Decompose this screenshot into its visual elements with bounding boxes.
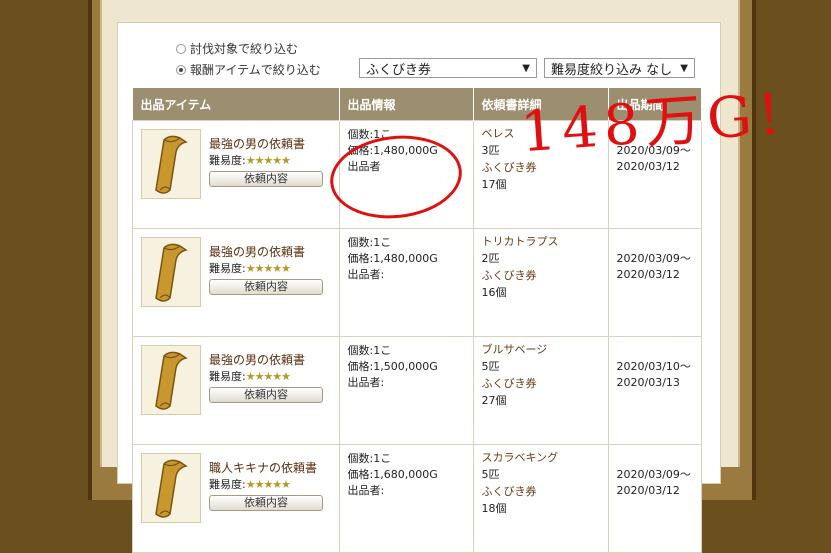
item-name[interactable]: 最強の男の依頼書: [209, 135, 305, 152]
quantity-text: 個数:1こ: [347, 236, 392, 249]
price-text: 価格:1,680,000G: [347, 468, 438, 481]
period-end: 2020/03/12: [616, 484, 680, 497]
item-name[interactable]: 職人キキナの依頼書: [209, 459, 317, 476]
item-difficulty: 難易度:★★★★★: [209, 152, 291, 168]
request-detail-cell: トリカトラプス 2匹 ふくびき券 16個: [472, 228, 609, 337]
seller-text: 出品者:: [347, 376, 385, 389]
monster-count: 5匹: [481, 360, 500, 373]
period-start: 2020/03/09～: [616, 252, 691, 265]
table-row: 最強の男の依頼書 難易度:★★★★★ 依頼内容 個数:1こ 価格:1,500,0…: [132, 336, 702, 445]
quantity-text: 個数:1こ: [347, 344, 392, 357]
difficulty-select[interactable]: 難易度絞り込み なし ▼: [544, 58, 695, 78]
radio-button[interactable]: [176, 64, 186, 75]
filter-radio-monster[interactable]: 討伐対象で絞り込む: [176, 40, 298, 57]
period-cell: 2020/03/10～ 2020/03/13: [607, 336, 702, 445]
scroll-item-icon: [141, 237, 201, 307]
period-cell: 2020/03/09～ 2020/03/12: [607, 444, 702, 553]
scroll-item-icon: [141, 129, 201, 199]
monster-name: スカラベキング: [481, 451, 559, 464]
radio-label: 討伐対象で絞り込む: [190, 42, 299, 56]
item-select[interactable]: ふくびき券 ▼: [359, 58, 537, 78]
scroll-item-icon: [141, 453, 201, 523]
reward-name: ふくびき券: [481, 269, 537, 282]
item-cell: 最強の男の依頼書 難易度:★★★★★ 依頼内容: [132, 336, 340, 445]
difficulty-stars: ★★★★★: [245, 370, 291, 383]
detail-button[interactable]: 依頼内容: [209, 171, 323, 187]
item-cell: 最強の男の依頼書 難易度:★★★★★ 依頼内容: [132, 228, 340, 337]
dropdown-arrow-icon: ▼: [680, 62, 688, 74]
listing-info-cell: 個数:1こ 価格:1,480,000G 出品者:: [338, 228, 474, 337]
item-cell: 職人キキナの依頼書 難易度:★★★★★ 依頼内容: [132, 444, 340, 553]
monster-count: 5匹: [481, 468, 500, 481]
period-start: 2020/03/10～: [616, 360, 691, 373]
reward-count: 18個: [481, 502, 507, 515]
monster-count: 2匹: [481, 252, 500, 265]
radio-label: 報酬アイテムで絞り込む: [190, 63, 321, 77]
header-item: 出品アイテム: [132, 88, 340, 121]
item-difficulty: 難易度:★★★★★: [209, 368, 291, 384]
request-detail-cell: スカラベキング 5匹 ふくびき券 18個: [472, 444, 609, 553]
period-end: 2020/03/12: [616, 160, 680, 173]
item-cell: 最強の男の依頼書 難易度:★★★★★ 依頼内容: [132, 120, 340, 229]
reward-name: ふくびき券: [481, 377, 537, 390]
seller-text: 出品者:: [347, 484, 385, 497]
detail-button[interactable]: 依頼内容: [209, 279, 323, 295]
item-select-value: ふくびき券: [366, 62, 432, 78]
item-name[interactable]: 最強の男の依頼書: [209, 351, 305, 368]
price-text: 価格:1,500,000G: [347, 360, 438, 373]
reward-count: 27個: [481, 394, 507, 407]
price-text: 価格:1,480,000G: [347, 252, 438, 265]
listing-info-cell: 個数:1こ 価格:1,500,000G 出品者:: [338, 336, 474, 445]
reward-count: 16個: [481, 286, 507, 299]
item-difficulty: 難易度:★★★★★: [209, 260, 291, 276]
monster-name: トリカトラプス: [481, 235, 559, 248]
period-cell: 2020/03/09～ 2020/03/12: [607, 228, 702, 337]
dropdown-arrow-icon: ▼: [522, 62, 530, 74]
reward-name: ふくびき券: [481, 485, 537, 498]
difficulty-select-value: 難易度絞り込み なし: [551, 62, 673, 78]
request-detail-cell: ブルサベージ 5匹 ふくびき券 27個: [472, 336, 609, 445]
quantity-text: 個数:1こ: [347, 452, 392, 465]
radio-button[interactable]: [176, 43, 186, 54]
item-name[interactable]: 最強の男の依頼書: [209, 243, 305, 260]
scroll-item-icon: [141, 345, 201, 415]
period-end: 2020/03/12: [616, 268, 680, 281]
monster-name: ブルサベージ: [481, 343, 548, 356]
table-row: 最強の男の依頼書 難易度:★★★★★ 依頼内容 個数:1こ 価格:1,480,0…: [132, 228, 702, 337]
period-start: 2020/03/09～: [616, 468, 691, 481]
difficulty-stars: ★★★★★: [245, 478, 291, 491]
filter-radio-reward[interactable]: 報酬アイテムで絞り込む: [176, 61, 321, 78]
difficulty-label: 難易度:: [209, 154, 246, 167]
header-info: 出品情報: [339, 88, 474, 121]
seller-text: 出品者:: [347, 268, 385, 281]
difficulty-label: 難易度:: [209, 262, 246, 275]
detail-button[interactable]: 依頼内容: [209, 387, 323, 403]
difficulty-stars: ★★★★★: [245, 154, 291, 167]
detail-button[interactable]: 依頼内容: [209, 495, 323, 511]
period-end: 2020/03/13: [616, 376, 680, 389]
item-difficulty: 難易度:★★★★★: [209, 476, 291, 492]
reward-count: 17個: [481, 178, 507, 191]
listing-info-cell: 個数:1こ 価格:1,680,000G 出品者:: [338, 444, 474, 553]
table-row: 職人キキナの依頼書 難易度:★★★★★ 依頼内容 個数:1こ 価格:1,680,…: [132, 444, 702, 553]
difficulty-label: 難易度:: [209, 370, 246, 383]
difficulty-label: 難易度:: [209, 478, 246, 491]
difficulty-stars: ★★★★★: [245, 262, 291, 275]
